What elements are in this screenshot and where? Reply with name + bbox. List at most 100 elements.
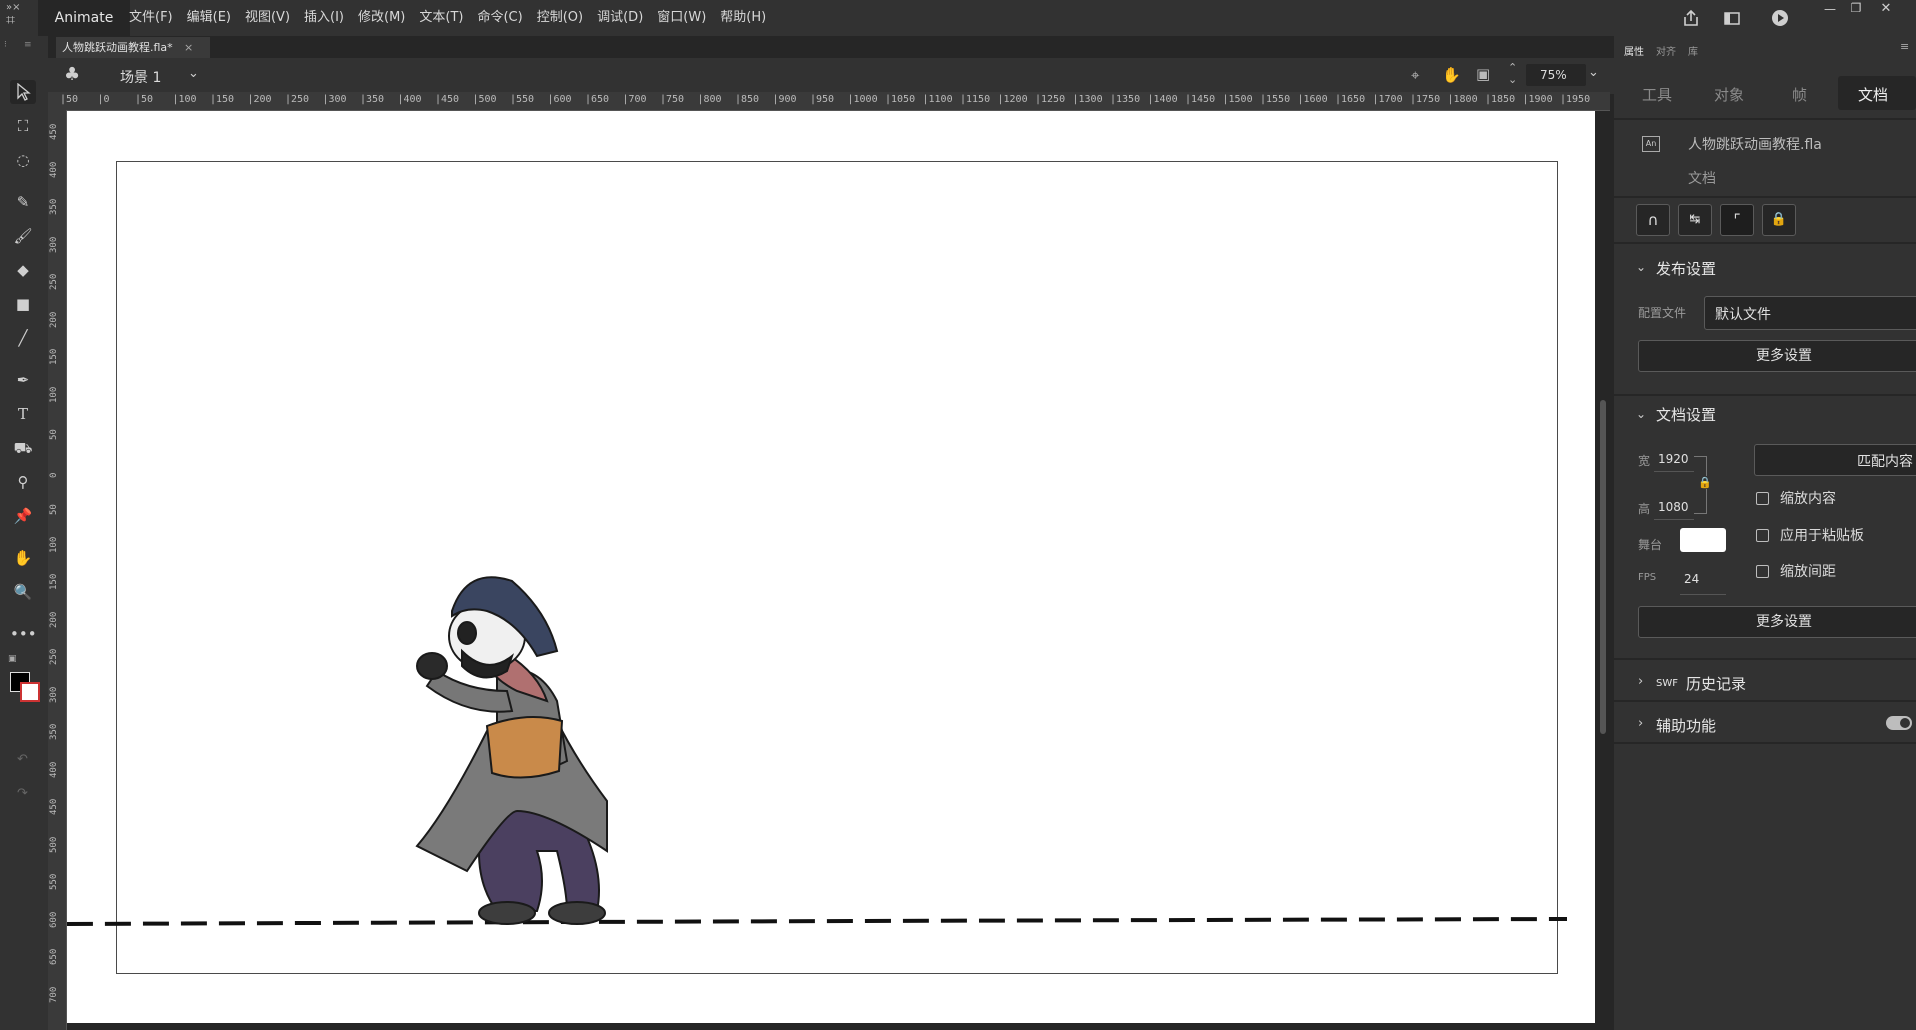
menu-edit[interactable]: 编辑(E) <box>180 0 238 36</box>
tab-frame[interactable]: 帧 <box>1792 84 1807 105</box>
center-stage-icon[interactable]: ⌖ <box>1411 66 1419 84</box>
rotate-view-icon[interactable]: ✋ <box>1442 66 1461 84</box>
accessibility-title[interactable]: 辅助功能 <box>1656 715 1716 736</box>
tab-object[interactable]: 对象 <box>1714 84 1744 105</box>
docsettings-collapse-chevron-icon[interactable]: ⌄ <box>1636 407 1646 421</box>
ruler-tick-label: |850 <box>735 94 760 105</box>
menu-control[interactable]: 控制(O) <box>530 0 590 36</box>
play-test-icon[interactable] <box>1770 8 1790 28</box>
panel-grip-icon[interactable]: ⁝ ≡ <box>4 40 44 54</box>
ruler-tick-label: |200 <box>247 94 272 105</box>
zoom-dropdown-chevron-icon[interactable]: ⌄ <box>1588 65 1599 80</box>
swf-history-title[interactable]: 历史记录 <box>1686 673 1746 694</box>
menu-help[interactable]: 帮助(H) <box>713 0 773 36</box>
ruler-tick-label: 450 <box>49 123 59 140</box>
menu-window[interactable]: 窗口(W) <box>650 0 713 36</box>
selection-tool-icon[interactable] <box>10 80 36 104</box>
line-tool-icon[interactable]: ╱ <box>10 326 36 350</box>
panel-top-tab-align[interactable]: 对齐 <box>1656 43 1676 58</box>
swf-expand-chevron-icon[interactable]: › <box>1638 674 1643 689</box>
tools-panel: ⁝ ≡ ⛶ ◌ ✎ 🖌 ◆ ■ ╱ ✒ T ⛟ ⚲ 📌 ✋ 🔍 ••• ▣ ↶ … <box>0 36 48 1030</box>
apply-pasteboard-checkbox[interactable] <box>1756 529 1769 542</box>
zoom-tool-icon[interactable]: 🔍 <box>10 580 36 604</box>
profile-dropdown[interactable]: 默认文件 <box>1704 296 1916 330</box>
ruler-tick-label: |500 <box>472 94 497 105</box>
ruler-tick-label: 350 <box>49 198 59 215</box>
paint-bucket-tool-icon[interactable]: ⛟ <box>10 436 36 460</box>
more-tools-icon[interactable]: ••• <box>10 622 37 646</box>
ruler-tick-label: 700 <box>49 986 59 1003</box>
menu-debug[interactable]: 调试(D) <box>590 0 650 36</box>
free-transform-tool-icon[interactable]: ⛶ <box>10 114 36 138</box>
menu-view[interactable]: 视图(V) <box>238 0 297 36</box>
fill-color-swatch[interactable] <box>20 682 40 702</box>
eyedropper-tool-icon[interactable]: ⚲ <box>10 470 36 494</box>
stage-artwork[interactable] <box>67 111 1595 1023</box>
eraser-tool-icon[interactable]: ◆ <box>10 258 36 282</box>
pin-tool-icon[interactable]: 📌 <box>10 504 36 528</box>
workspace-icon[interactable] <box>1722 8 1742 28</box>
rectangle-tool-icon[interactable]: ■ <box>10 292 36 316</box>
clip-content-icon[interactable]: ▣ <box>1476 65 1490 83</box>
pen-tool-icon[interactable]: ✒ <box>10 368 36 392</box>
undo-icon[interactable]: ↶ <box>17 752 28 767</box>
publish-collapse-chevron-icon[interactable]: ⌄ <box>1636 260 1646 274</box>
scale-content-checkbox[interactable] <box>1756 492 1769 505</box>
lock-option-icon[interactable]: 🔒 <box>1762 204 1796 236</box>
swf-history-prefix[interactable]: SWF <box>1656 678 1678 689</box>
app-name[interactable]: Animate <box>38 0 130 36</box>
text-tool-icon[interactable]: T <box>10 402 36 426</box>
align-option-icon[interactable]: ↹ <box>1678 204 1712 236</box>
stage-color-swatch[interactable] <box>1680 528 1726 552</box>
width-field[interactable]: 1920 <box>1658 452 1689 466</box>
scene-dropdown-chevron-icon[interactable]: ⌄ <box>188 66 199 81</box>
scale-content-label: 缩放内容 <box>1780 491 1836 507</box>
document-settings-title[interactable]: 文档设置 <box>1656 404 1716 425</box>
panel-menu-icon[interactable]: ≡ <box>1900 40 1909 53</box>
tab-tools[interactable]: 工具 <box>1642 84 1672 105</box>
document-name: 人物跳跃动画教程.fla <box>1688 137 1822 153</box>
ruler-tick-label: |100 <box>172 94 197 105</box>
ruler-tick-label: 350 <box>49 723 59 740</box>
scene-clubs-icon[interactable]: ♣ <box>64 64 80 85</box>
dimension-lock-icon[interactable]: 🔒 <box>1698 476 1712 489</box>
hand-tool-icon[interactable]: ✋ <box>10 546 36 570</box>
brush-tool-icon[interactable]: 🖌 <box>10 224 36 248</box>
fps-label: FPS <box>1638 572 1657 583</box>
minimize-icon[interactable]: — <box>1820 2 1840 18</box>
fps-field[interactable]: 24 <box>1684 572 1699 586</box>
zoom-stepper-icon[interactable]: ⌃ ⌄ <box>1508 62 1517 86</box>
scale-spacing-checkbox[interactable] <box>1756 565 1769 578</box>
share-icon[interactable] <box>1681 8 1701 28</box>
match-contents-button[interactable]: 匹配内容 <box>1754 444 1916 476</box>
document-tab[interactable]: 人物跳跃动画教程.fla* × <box>56 37 210 58</box>
doc-more-settings-button[interactable]: 更多设置 <box>1638 606 1916 638</box>
restore-icon[interactable]: ❐ <box>1846 1 1866 17</box>
corner-option-icon[interactable]: ⌜ <box>1720 204 1754 236</box>
menu-text[interactable]: 文本(T) <box>412 0 470 36</box>
snap-magnet-icon[interactable]: ∩ <box>1636 204 1670 236</box>
height-field[interactable]: 1080 <box>1658 500 1689 514</box>
menu-commands[interactable]: 命令(C) <box>470 0 529 36</box>
ruler-tick-label: |650 <box>585 94 610 105</box>
publish-settings-title[interactable]: 发布设置 <box>1656 258 1716 279</box>
menu-insert[interactable]: 插入(I) <box>297 0 351 36</box>
tab-document[interactable]: 文档 <box>1858 84 1888 105</box>
app-switch-icon[interactable]: »× ⌗ <box>6 2 32 36</box>
vertical-scrollbar[interactable] <box>1600 400 1606 734</box>
panel-top-tab-library[interactable]: 库 <box>1688 43 1698 58</box>
accessibility-toggle[interactable] <box>1886 716 1912 730</box>
ruler-tick-label: |1450 <box>1185 94 1216 105</box>
close-window-icon[interactable]: ✕ <box>1876 1 1896 17</box>
menu-modify[interactable]: 修改(M) <box>351 0 412 36</box>
paint-brush-tool-icon[interactable]: ✎ <box>10 190 36 214</box>
default-colors-icon[interactable]: ▣ <box>8 654 20 666</box>
ruler-tick-label: |450 <box>435 94 460 105</box>
lasso-tool-icon[interactable]: ◌ <box>10 148 36 172</box>
panel-top-tab-properties[interactable]: 属性 <box>1624 43 1644 58</box>
redo-icon[interactable]: ↷ <box>17 786 28 801</box>
menu-file[interactable]: 文件(F) <box>122 0 180 36</box>
accessibility-expand-chevron-icon[interactable]: › <box>1638 716 1643 731</box>
publish-more-settings-button[interactable]: 更多设置 <box>1638 340 1916 372</box>
close-tab-icon[interactable]: × <box>184 37 193 58</box>
